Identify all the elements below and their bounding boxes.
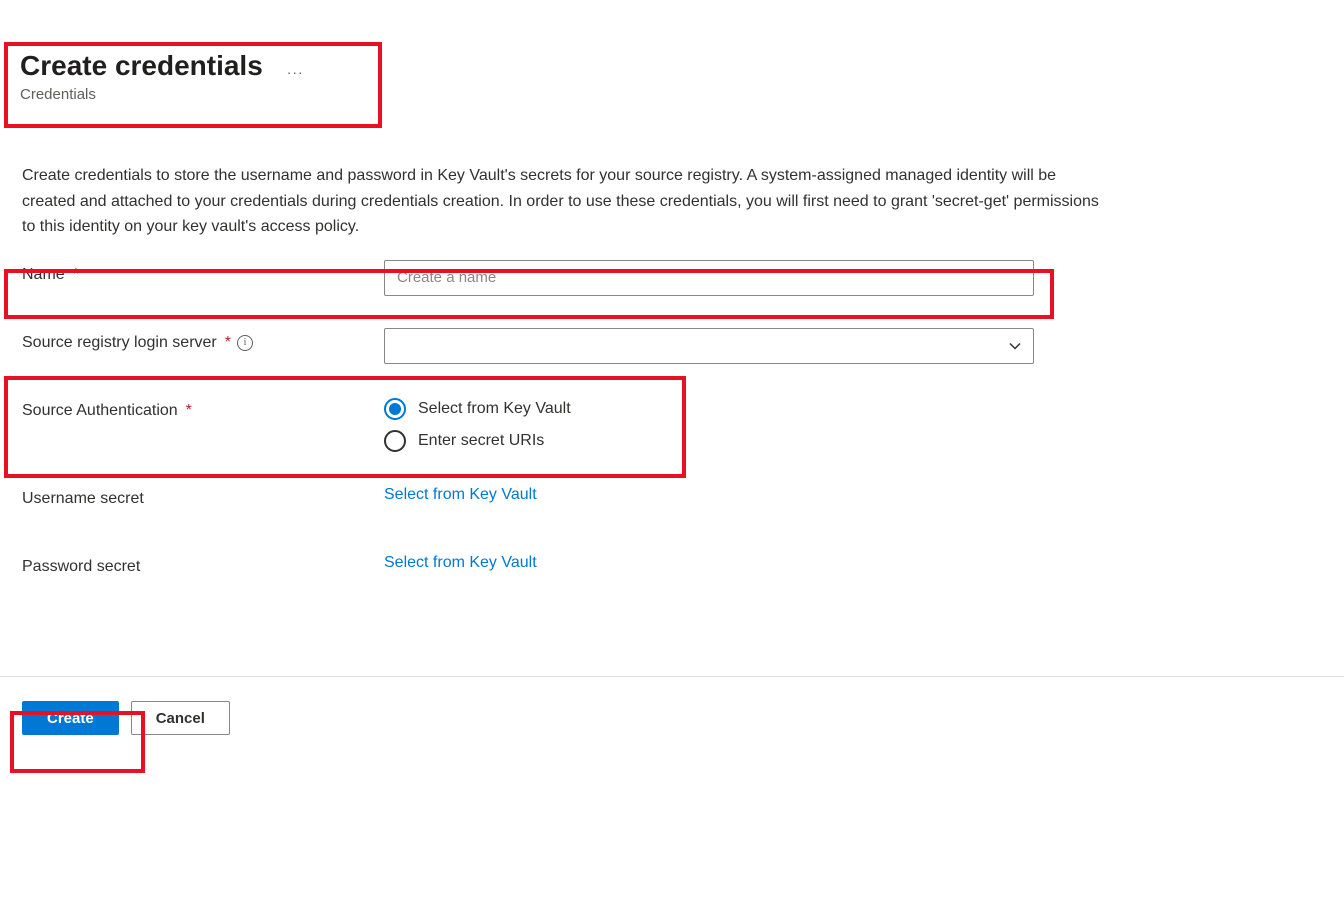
username-secret-row: Username secret Select from Key Vault (22, 484, 1322, 520)
source-auth-radio-group: Select from Key Vault Enter secret URIs (384, 396, 1034, 452)
create-button[interactable]: Create (22, 701, 119, 735)
radio-enter-secret-uris[interactable]: Enter secret URIs (384, 430, 1034, 452)
description-text: Create credentials to store the username… (0, 113, 1130, 260)
more-actions-button[interactable]: ··· (287, 64, 304, 80)
password-secret-row: Password secret Select from Key Vault (22, 552, 1322, 588)
cancel-button[interactable]: Cancel (131, 701, 230, 735)
required-indicator: * (225, 334, 231, 352)
username-secret-label: Username secret (22, 484, 384, 508)
password-secret-label: Password secret (22, 552, 384, 576)
source-auth-label: Source Authentication* (22, 396, 384, 420)
name-label: Name* (22, 260, 384, 284)
source-auth-row: Source Authentication* Select from Key V… (22, 396, 1322, 452)
username-secret-select-link[interactable]: Select from Key Vault (384, 484, 537, 504)
source-registry-dropdown[interactable] (384, 328, 1034, 364)
required-indicator: * (186, 402, 192, 420)
name-input[interactable] (384, 260, 1034, 296)
source-registry-label: Source registry login server* i (22, 328, 384, 352)
radio-label: Enter secret URIs (418, 432, 544, 450)
radio-icon-unselected (384, 430, 406, 452)
page-subtitle: Credentials (20, 86, 1324, 103)
name-row: Name* (22, 260, 1322, 296)
radio-select-key-vault[interactable]: Select from Key Vault (384, 398, 1034, 420)
password-secret-select-link[interactable]: Select from Key Vault (384, 552, 537, 572)
info-icon[interactable]: i (237, 335, 253, 351)
footer-bar: Create Cancel (0, 676, 1344, 759)
required-indicator: * (73, 266, 79, 284)
radio-label: Select from Key Vault (418, 400, 571, 418)
source-registry-row: Source registry login server* i (22, 328, 1322, 364)
chevron-down-icon (1009, 340, 1021, 352)
radio-icon-selected (384, 398, 406, 420)
page-title: Create credentials (20, 50, 263, 82)
